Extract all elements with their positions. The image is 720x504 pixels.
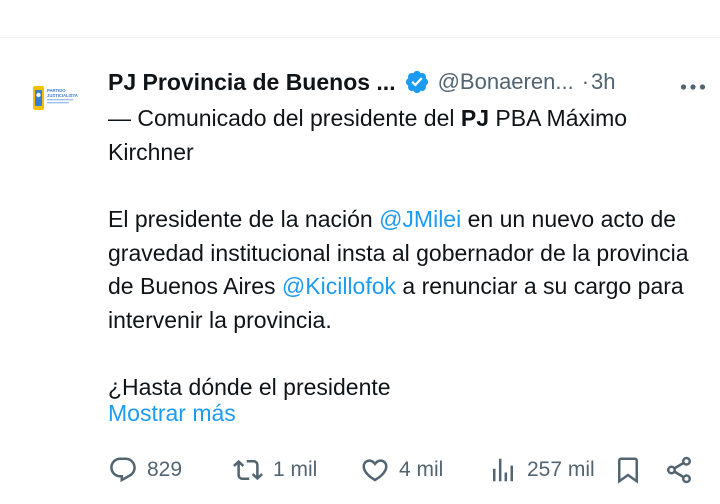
timestamp[interactable]: 3h bbox=[591, 69, 615, 95]
mention-link-jmilei[interactable]: @JMilei bbox=[379, 206, 461, 232]
more-options-icon[interactable] bbox=[680, 78, 706, 90]
logo-text-justicialista: JUSTICIALISTA bbox=[47, 93, 78, 98]
action-bar: 829 1 mil 4 mil 257 mil bbox=[108, 452, 706, 488]
repost-count: 1 mil bbox=[273, 458, 318, 481]
top-divider bbox=[0, 37, 720, 38]
repost-button[interactable]: 1 mil bbox=[232, 452, 317, 488]
verified-badge-icon bbox=[404, 69, 430, 95]
text-segment: El presidente de la nación bbox=[108, 206, 380, 232]
reply-button[interactable]: 829 bbox=[108, 452, 182, 488]
avatar[interactable]: PARTIDO JUSTICIALISTA bbox=[27, 76, 85, 118]
bookmark-icon bbox=[613, 455, 643, 485]
text-segment: — Comunicado del presidente del bbox=[108, 105, 461, 131]
views-icon bbox=[488, 455, 518, 485]
views-button[interactable]: 257 mil bbox=[488, 452, 595, 488]
tweet-header: PJ Provincia de Buenos ... @Bonaeren... … bbox=[108, 64, 706, 100]
tweet-paragraph-1: — Comunicado del presidente del PJ PBA M… bbox=[108, 102, 706, 169]
share-icon bbox=[664, 455, 694, 485]
views-count: 257 mil bbox=[527, 458, 595, 481]
tweet-text: — Comunicado del presidente del PJ PBA M… bbox=[108, 102, 706, 405]
display-name[interactable]: PJ Provincia de Buenos ... bbox=[108, 69, 396, 96]
tweet-paragraph-2: El presidente de la nación @JMilei en un… bbox=[108, 203, 706, 337]
reply-icon bbox=[108, 455, 138, 485]
repost-icon bbox=[232, 455, 264, 485]
show-more-link[interactable]: Mostrar más bbox=[108, 400, 236, 427]
user-handle[interactable]: @Bonaeren... bbox=[438, 69, 574, 95]
share-button[interactable] bbox=[664, 452, 694, 488]
like-icon bbox=[360, 455, 390, 485]
like-count: 4 mil bbox=[399, 458, 444, 481]
bold-text: PJ bbox=[460, 105, 490, 131]
reply-count: 829 bbox=[147, 458, 183, 481]
partido-justicialista-logo: PARTIDO JUSTICIALISTA bbox=[33, 86, 78, 110]
separator-dot: · bbox=[581, 69, 590, 94]
mention-link-kicillofok[interactable]: @Kicillofok bbox=[282, 273, 396, 299]
like-button[interactable]: 4 mil bbox=[360, 452, 443, 488]
bookmark-button[interactable] bbox=[613, 452, 643, 488]
